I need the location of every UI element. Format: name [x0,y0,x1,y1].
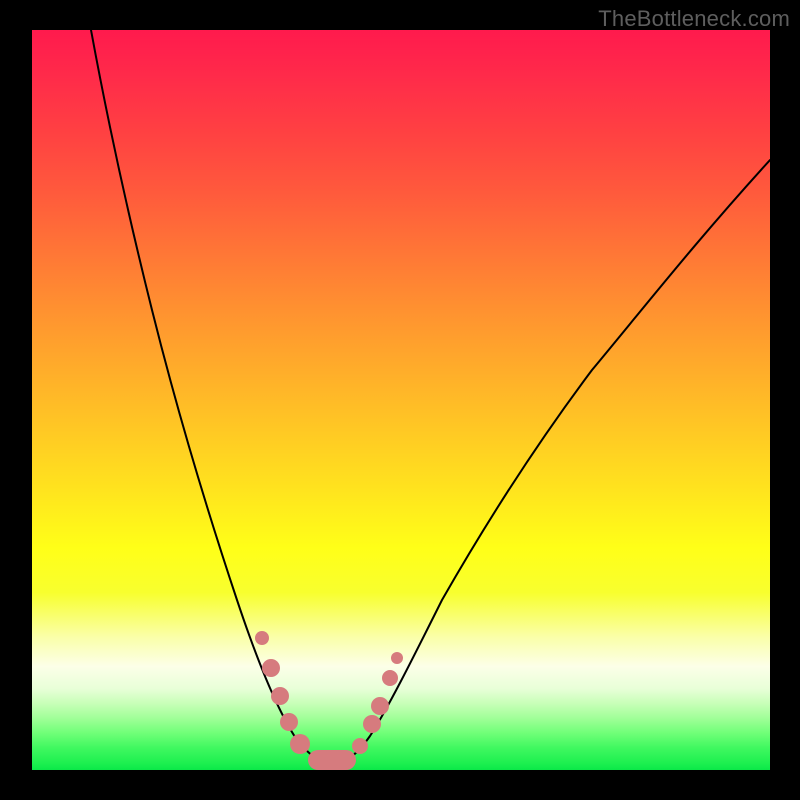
marker-dot [280,713,298,731]
marker-dot [290,734,310,754]
chart-frame: TheBottleneck.com [0,0,800,800]
marker-pill [308,750,356,770]
curve-svg [32,30,770,770]
plot-area [32,30,770,770]
bottleneck-curve [91,30,770,764]
marker-dot [382,670,398,686]
marker-dot [255,631,269,645]
marker-dot [262,659,280,677]
marker-dot [391,652,403,664]
marker-group [255,631,403,770]
marker-dot [271,687,289,705]
watermark-text: TheBottleneck.com [598,6,790,32]
marker-dot [363,715,381,733]
marker-dot [352,738,368,754]
marker-dot [371,697,389,715]
